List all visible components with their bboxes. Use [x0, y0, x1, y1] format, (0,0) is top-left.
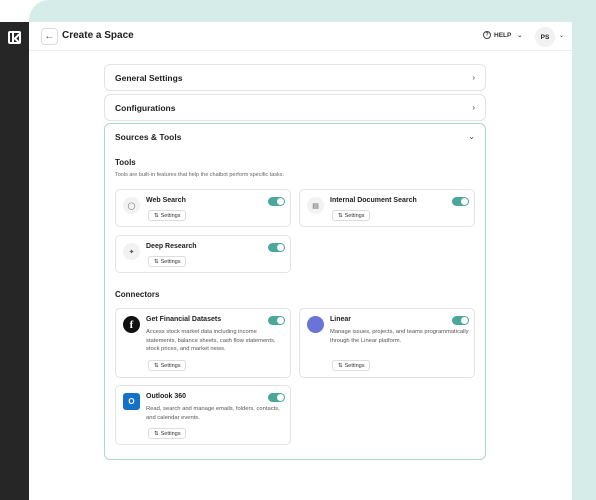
tool-toggle[interactable]	[268, 243, 285, 252]
tool-name: Deep Research	[146, 243, 197, 250]
chevron-down-icon[interactable]: ⌄	[559, 32, 564, 39]
connector-name: Linear	[330, 316, 352, 323]
back-button[interactable]: ←	[41, 28, 58, 45]
connector-name: Outlook 360	[146, 393, 187, 400]
settings-label: Settings	[344, 212, 365, 219]
chevron-right-icon: ›	[472, 73, 475, 82]
tool-toggle[interactable]	[268, 197, 285, 206]
arrow-left-icon: ←	[44, 31, 55, 42]
settings-button[interactable]: ⇅ Settings	[332, 360, 371, 371]
settings-label: Settings	[344, 362, 365, 369]
tool-toggle[interactable]	[452, 197, 469, 206]
sliders-icon: ⇅	[338, 212, 343, 219]
tool-card-web-search: ◯ Web Search ⇅ Settings	[115, 189, 291, 227]
settings-label: Settings	[160, 430, 181, 437]
chevron-down-icon: ⌄	[517, 32, 523, 39]
linear-logo	[307, 316, 324, 333]
left-rail	[0, 22, 29, 500]
page-title: Create a Space	[62, 30, 134, 41]
general-settings-section[interactable]: General Settings ›	[104, 64, 486, 91]
sources-tools-section: Sources & Tools ⌄ Tools Tools are built-…	[104, 123, 486, 460]
help-label: HELP	[494, 31, 512, 39]
connector-toggle[interactable]	[268, 316, 285, 325]
outlook-logo: O	[123, 393, 140, 410]
connector-name: Get Financial Datasets	[146, 316, 222, 323]
connector-toggle[interactable]	[268, 393, 285, 402]
settings-button[interactable]: ⇅ Settings	[148, 210, 187, 221]
tool-name: Internal Document Search	[330, 197, 417, 204]
settings-button[interactable]: ⇅ Settings	[148, 428, 187, 439]
tools-description: Tools are built-in features that help th…	[115, 172, 285, 178]
top-bar: ← Create a Space ? HELP ⌄ PS ⌄	[29, 22, 572, 51]
configurations-section[interactable]: Configurations ›	[104, 94, 486, 121]
document-search-icon: ▤	[307, 197, 324, 214]
tool-card-internal-document-search: ▤ Internal Document Search ⇅ Settings	[299, 189, 475, 227]
connector-card-outlook: O Outlook 360 Read, search and manage em…	[115, 385, 291, 445]
section-title: General Settings	[115, 72, 183, 83]
tools-heading: Tools	[115, 158, 136, 167]
sliders-icon: ⇅	[154, 430, 159, 437]
settings-label: Settings	[160, 362, 181, 369]
chevron-right-icon: ›	[472, 103, 475, 112]
telescope-icon: ✦	[123, 243, 140, 260]
connector-description: Read, search and manage emails, folders,…	[146, 406, 280, 421]
connectors-heading: Connectors	[115, 290, 160, 299]
section-title: Sources & Tools	[115, 131, 182, 142]
connector-description: Manage issues, projects, and teams progr…	[330, 329, 469, 344]
connector-toggle[interactable]	[452, 316, 469, 325]
sliders-icon: ⇅	[154, 362, 159, 369]
sliders-icon: ⇅	[154, 258, 159, 265]
financial-datasets-logo: f	[123, 316, 140, 333]
create-space-page: ← Create a Space ? HELP ⌄ PS ⌄ General S…	[29, 22, 572, 500]
settings-label: Settings	[160, 212, 181, 219]
settings-button[interactable]: ⇅ Settings	[148, 360, 187, 371]
settings-label: Settings	[160, 258, 181, 265]
chevron-down-icon: ⌄	[468, 132, 475, 141]
section-title: Configurations	[115, 102, 176, 113]
sources-tools-header[interactable]: Sources & Tools ⌄	[105, 124, 485, 149]
connector-card-linear: Linear Manage issues, projects, and team…	[299, 308, 475, 378]
tool-name: Web Search	[146, 197, 186, 204]
settings-button[interactable]: ⇅ Settings	[148, 256, 187, 267]
sliders-icon: ⇅	[154, 212, 159, 219]
help-button[interactable]: ? HELP ⌄	[483, 31, 522, 39]
settings-button[interactable]: ⇅ Settings	[332, 210, 371, 221]
connector-card-financial-datasets: f Get Financial Datasets Access stock ma…	[115, 308, 291, 378]
avatar[interactable]: PS	[535, 27, 555, 47]
tool-card-deep-research: ✦ Deep Research ⇅ Settings	[115, 235, 291, 273]
sliders-icon: ⇅	[338, 362, 343, 369]
question-circle-icon: ?	[483, 31, 491, 39]
globe-icon: ◯	[123, 197, 140, 214]
connector-description: Access stock market data including incom…	[146, 329, 276, 353]
app-logo-icon[interactable]	[8, 31, 21, 44]
